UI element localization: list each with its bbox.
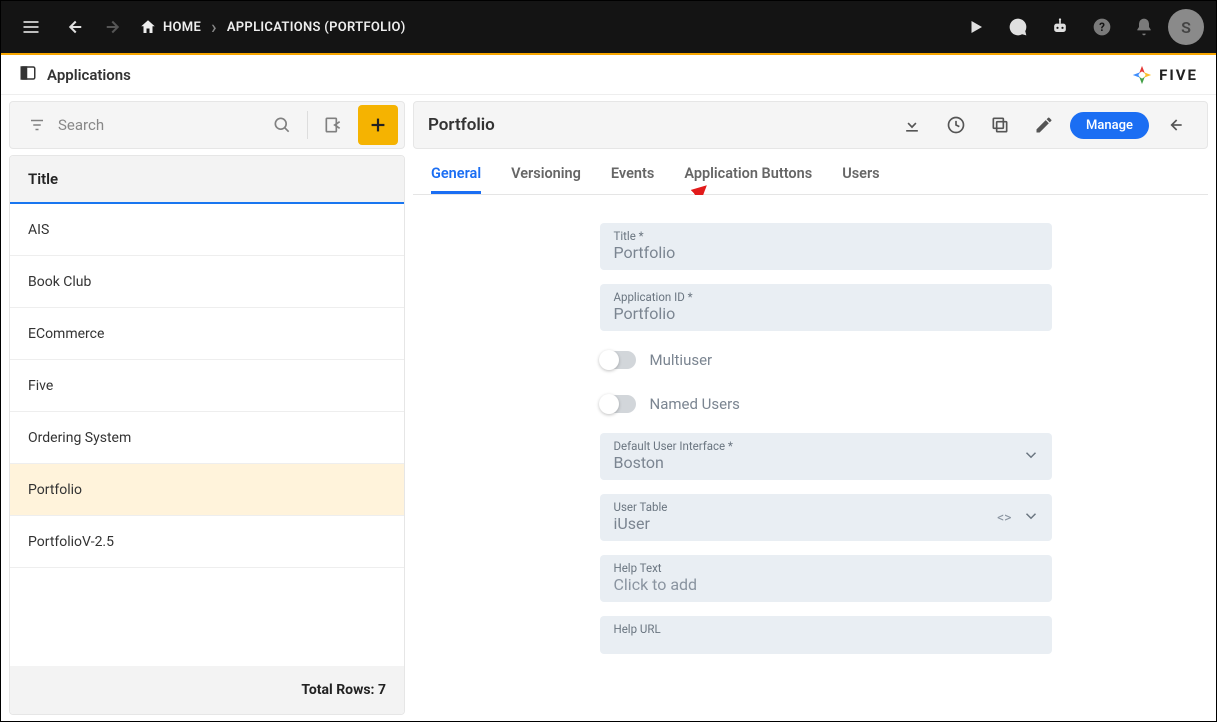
list-item-label: Five xyxy=(28,378,53,394)
back-icon[interactable] xyxy=(55,9,91,45)
named-users-toggle[interactable] xyxy=(600,395,636,413)
chevron-down-icon xyxy=(1022,507,1040,529)
list-header-label: Title xyxy=(28,170,58,188)
list-item[interactable]: ECommerce xyxy=(10,308,404,360)
divider xyxy=(307,111,308,139)
page-title: Applications xyxy=(47,66,131,84)
chevron-down-icon xyxy=(1022,446,1040,468)
help-url-field[interactable]: Help URL xyxy=(600,616,1052,654)
form-area: Title * Portfolio Application ID * Portf… xyxy=(413,195,1208,715)
list-item[interactable]: AIS xyxy=(10,204,404,256)
chevron-right-icon: › xyxy=(211,17,217,38)
title-field[interactable]: Title * Portfolio xyxy=(600,223,1052,270)
comment-icon[interactable] xyxy=(1000,9,1036,45)
brand-name: FIVE xyxy=(1159,66,1198,84)
multiuser-toggle-row: Multiuser xyxy=(600,345,1052,375)
play-icon[interactable] xyxy=(958,9,994,45)
field-label: Application ID * xyxy=(614,290,1038,304)
back-arrow-icon[interactable] xyxy=(1157,107,1193,143)
field-value: Portfolio xyxy=(614,304,1038,323)
toggle-label: Named Users xyxy=(650,395,740,413)
detail-header: Portfolio Manage xyxy=(413,101,1208,149)
filter-icon[interactable] xyxy=(20,108,54,142)
edit-icon[interactable] xyxy=(1026,107,1062,143)
brand-logo: FIVE xyxy=(1131,64,1198,86)
field-value: Boston xyxy=(614,453,1038,472)
forward-icon xyxy=(97,9,133,45)
page-header: Applications FIVE xyxy=(1,55,1216,95)
search-bar xyxy=(9,101,405,149)
tab-application-buttons[interactable]: Application Buttons xyxy=(684,165,812,194)
list-item[interactable]: Five xyxy=(10,360,404,412)
detail-title: Portfolio xyxy=(428,115,495,135)
bell-icon[interactable] xyxy=(1126,9,1162,45)
robot-icon[interactable] xyxy=(1042,9,1078,45)
field-value: Portfolio xyxy=(614,243,1038,262)
svg-text:?: ? xyxy=(1099,20,1105,34)
list-item-label: Book Club xyxy=(28,274,91,290)
list-item-label: PortfolioV-2.5 xyxy=(28,534,114,550)
toggle-label: Multiuser xyxy=(650,351,713,369)
list-item-label: AIS xyxy=(28,222,49,238)
breadcrumb-applications[interactable]: APPLICATIONS (PORTFOLIO) xyxy=(227,20,406,35)
avatar[interactable]: S xyxy=(1168,9,1204,45)
field-label: Help Text xyxy=(614,561,1038,575)
import-icon[interactable] xyxy=(316,108,350,142)
history-icon[interactable] xyxy=(938,107,974,143)
top-bar: HOME › APPLICATIONS (PORTFOLIO) ? S xyxy=(1,1,1216,53)
list-footer: Total Rows: 7 xyxy=(10,666,404,714)
home-label: HOME xyxy=(163,20,201,35)
tab-strip: General Versioning Events Application Bu… xyxy=(413,149,1208,195)
add-button[interactable] xyxy=(358,105,398,145)
list-header[interactable]: Title xyxy=(10,156,404,204)
list-item-label: Portfolio xyxy=(28,482,82,498)
code-icon[interactable]: <> xyxy=(997,510,1011,526)
list-item-label: ECommerce xyxy=(28,326,104,342)
field-label: Title * xyxy=(614,229,1038,243)
tab-versioning[interactable]: Versioning xyxy=(511,165,581,194)
tab-general[interactable]: General xyxy=(431,165,481,194)
search-icon[interactable] xyxy=(265,108,299,142)
hamburger-icon[interactable] xyxy=(13,9,49,45)
field-value: Click to add xyxy=(614,575,1038,594)
copy-icon[interactable] xyxy=(982,107,1018,143)
download-icon[interactable] xyxy=(894,107,930,143)
help-icon[interactable]: ? xyxy=(1084,9,1120,45)
breadcrumb: HOME › APPLICATIONS (PORTFOLIO) xyxy=(139,17,406,38)
list-item-label: Ordering System xyxy=(28,430,131,446)
field-label: Help URL xyxy=(614,622,1038,636)
field-label: User Table xyxy=(614,500,1038,514)
list-item[interactable]: Book Club xyxy=(10,256,404,308)
applications-list: Title AIS Book Club ECommerce Five Order… xyxy=(9,155,405,715)
list-item[interactable]: PortfolioV-2.5 xyxy=(10,516,404,568)
list-item[interactable]: Ordering System xyxy=(10,412,404,464)
list-item[interactable]: Portfolio xyxy=(10,464,404,516)
total-rows-label: Total Rows: 7 xyxy=(301,682,386,698)
named-users-toggle-row: Named Users xyxy=(600,389,1052,419)
tab-users[interactable]: Users xyxy=(842,165,879,194)
application-id-field[interactable]: Application ID * Portfolio xyxy=(600,284,1052,331)
breadcrumb-home[interactable]: HOME xyxy=(139,18,201,36)
search-input[interactable] xyxy=(58,116,261,134)
user-table-field[interactable]: User Table iUser <> xyxy=(600,494,1052,541)
crumb-label: APPLICATIONS (PORTFOLIO) xyxy=(227,20,406,35)
multiuser-toggle[interactable] xyxy=(600,351,636,369)
avatar-letter: S xyxy=(1181,18,1191,37)
sidebar-toggle-icon[interactable] xyxy=(19,64,37,86)
tab-events[interactable]: Events xyxy=(611,165,654,194)
help-text-field[interactable]: Help Text Click to add xyxy=(600,555,1052,602)
field-label: Default User Interface * xyxy=(614,439,1038,453)
default-ui-field[interactable]: Default User Interface * Boston xyxy=(600,433,1052,480)
field-value: iUser xyxy=(614,514,1038,533)
manage-button[interactable]: Manage xyxy=(1070,112,1149,139)
